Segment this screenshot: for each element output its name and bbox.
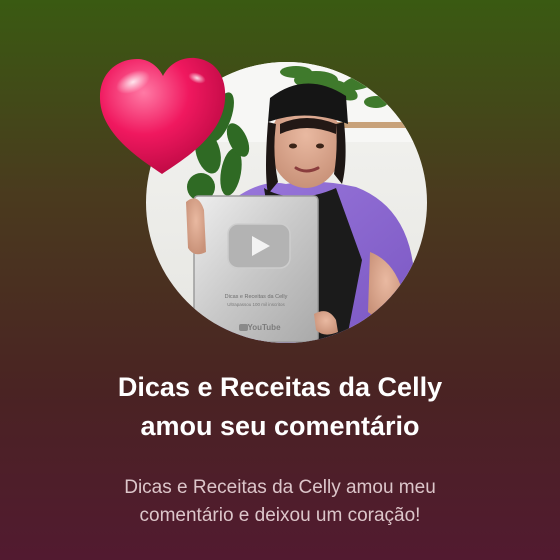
notification-title: Dicas e Receitas da Celly amou seu comen…: [20, 368, 540, 446]
heart-icon: [95, 54, 229, 180]
notification-message: Dicas e Receitas da Celly amou meu comen…: [40, 474, 520, 530]
notification-message-line1: Dicas e Receitas da Celly amou meu: [124, 477, 436, 498]
plaque-caption-line2: Ultrapassou 100 mil inscritos: [227, 302, 285, 307]
notification-title-line2: amou seu comentário: [140, 411, 420, 441]
notification-message-line2: comentário e deixou um coração!: [139, 505, 421, 526]
heart-notification-card: Dicas e Receitas da Celly Ultrapassou 10…: [0, 0, 560, 560]
youtube-silver-play-button-plaque: Dicas e Receitas da Celly Ultrapassou 10…: [193, 195, 319, 343]
plaque-caption-line1: Dicas e Receitas da Celly: [225, 294, 288, 300]
notification-title-line1: Dicas e Receitas da Celly: [117, 372, 443, 402]
plaque-brand: YouTube: [247, 323, 281, 332]
